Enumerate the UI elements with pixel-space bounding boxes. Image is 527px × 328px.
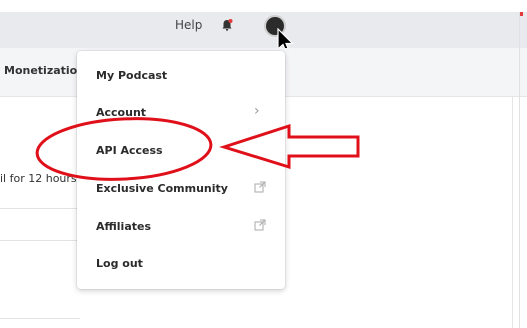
top-header-bar: Help	[0, 0, 527, 48]
menu-item-account[interactable]: Account ›	[77, 94, 285, 130]
menu-item-my-podcast[interactable]: My Podcast	[77, 57, 285, 93]
page-border	[519, 12, 520, 328]
notification-dot	[520, 12, 523, 16]
help-link[interactable]: Help	[175, 18, 202, 32]
divider	[0, 208, 80, 209]
menu-item-affiliates[interactable]: Affiliates	[77, 208, 285, 244]
menu-item-label: API Access	[96, 144, 163, 157]
page-text-snippet: il for 12 hours	[0, 172, 77, 185]
account-dropdown-menu: My Podcast Account › API Access Exclusiv…	[77, 51, 285, 289]
menu-item-exclusive-community[interactable]: Exclusive Community	[77, 170, 285, 206]
bell-icon[interactable]	[220, 18, 234, 32]
tab-monetization[interactable]: Monetization	[4, 64, 85, 77]
chevron-right-icon: ›	[254, 103, 260, 119]
divider	[0, 318, 80, 319]
menu-item-label: My Podcast	[96, 69, 168, 82]
menu-item-log-out[interactable]: Log out	[77, 245, 285, 281]
content-border	[512, 96, 513, 328]
external-link-icon	[254, 219, 266, 231]
menu-item-label: Exclusive Community	[96, 182, 228, 195]
menu-item-api-access[interactable]: API Access	[77, 132, 285, 168]
menu-item-label: Affiliates	[96, 220, 152, 233]
divider	[0, 240, 80, 241]
menu-item-label: Log out	[96, 257, 143, 270]
external-link-icon	[254, 181, 266, 193]
menu-item-label: Account	[96, 106, 147, 119]
